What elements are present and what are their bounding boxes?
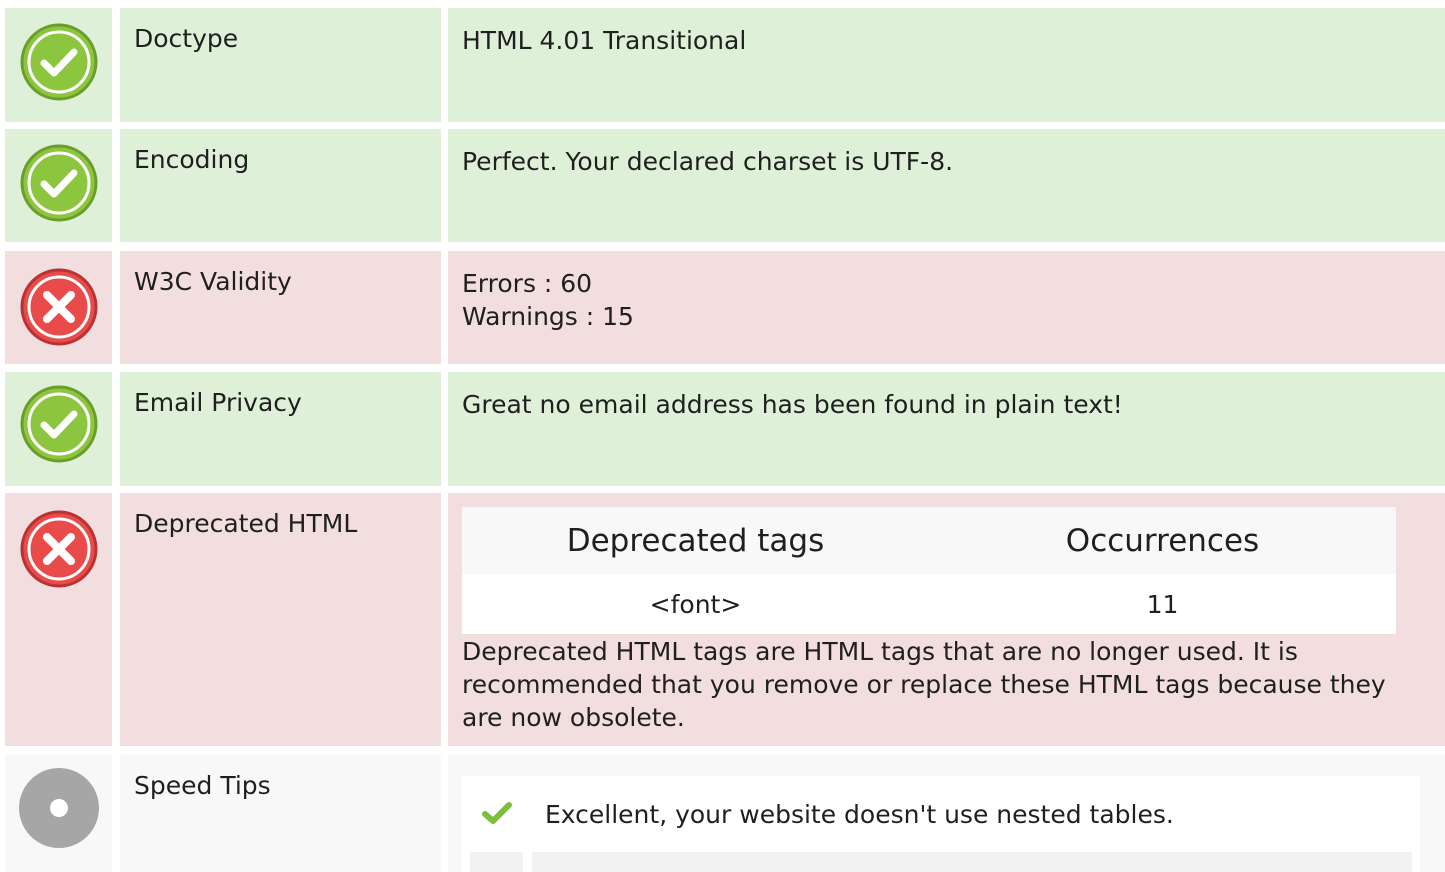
row-value: HTML 4.01 Transitional: [462, 26, 747, 55]
row-label-cell: Encoding: [120, 129, 441, 242]
row-label-cell: Speed Tips: [120, 755, 441, 872]
check-circle-icon: [20, 385, 98, 463]
warnings-count: Warnings : 15: [462, 302, 634, 331]
checkmark-icon: [482, 802, 512, 824]
info-circle-icon: [19, 768, 99, 848]
deprecated-description: Deprecated HTML tags are HTML tags that …: [462, 637, 1386, 732]
row-value-cell: Errors : 60 Warnings : 15: [448, 251, 1445, 364]
status-cell: [5, 8, 112, 122]
row-value-cell: Great no email address has been found in…: [448, 372, 1445, 486]
status-cell: [5, 493, 112, 746]
table-header: Deprecated tags Occurrences: [462, 507, 1396, 574]
speed-tips-panel: Excellent, your website doesn't use nest…: [462, 776, 1420, 872]
row-label-cell: Email Privacy: [120, 372, 441, 486]
row-label: Encoding: [134, 145, 250, 174]
row-label-cell: Doctype: [120, 8, 441, 122]
result-row-doctype: Doctype HTML 4.01 Transitional: [5, 8, 1445, 122]
row-label: W3C Validity: [134, 267, 292, 296]
row-value-cell: Deprecated tags Occurrences <font> 11 De…: [448, 493, 1445, 746]
row-label: Doctype: [134, 24, 239, 53]
check-circle-icon: [20, 23, 98, 101]
column-header-tags: Deprecated tags: [566, 522, 825, 559]
status-cell: [5, 372, 112, 486]
result-row-w3c-validity: W3C Validity Errors : 60 Warnings : 15: [5, 251, 1445, 364]
row-value: Great no email address has been found in…: [462, 390, 1123, 419]
status-cell: [5, 755, 112, 872]
row-label-cell: Deprecated HTML: [120, 493, 441, 746]
table-row: <font> 11: [462, 574, 1396, 634]
tip-icon-cell: [470, 852, 523, 872]
speed-tip-text: Excellent, your website doesn't use nest…: [545, 800, 1174, 829]
row-label: Deprecated HTML: [134, 509, 358, 538]
result-row-deprecated-html: Deprecated HTML Deprecated tags Occurren…: [5, 493, 1445, 746]
result-row-speed-tips: Speed Tips Excellent, your website doesn…: [5, 755, 1445, 872]
row-value: Errors : 60 Warnings : 15: [462, 267, 634, 333]
row-value: Perfect. Your declared charset is UTF-8.: [462, 147, 954, 176]
result-row-email-privacy: Email Privacy Great no email address has…: [5, 372, 1445, 486]
cross-circle-icon: [20, 268, 98, 346]
tip-text-cell: [532, 852, 1412, 872]
deprecated-tag-cell: <font>: [649, 589, 742, 619]
occurrences-cell: 11: [1146, 589, 1179, 619]
result-row-encoding: Encoding Perfect. Your declared charset …: [5, 129, 1445, 242]
row-value-cell: Excellent, your website doesn't use nest…: [448, 755, 1445, 872]
status-cell: [5, 129, 112, 242]
row-value-cell: HTML 4.01 Transitional: [448, 8, 1445, 122]
row-label: Speed Tips: [134, 771, 271, 800]
cross-circle-icon: [20, 510, 98, 588]
deprecated-tags-table: Deprecated tags Occurrences <font> 11: [462, 507, 1396, 634]
row-value-cell: Perfect. Your declared charset is UTF-8.: [448, 129, 1445, 242]
row-label-cell: W3C Validity: [120, 251, 441, 364]
errors-count: Errors : 60: [462, 269, 593, 298]
row-label: Email Privacy: [134, 388, 302, 417]
status-cell: [5, 251, 112, 364]
check-circle-icon: [20, 144, 98, 222]
column-header-occurrences: Occurrences: [1065, 522, 1260, 559]
